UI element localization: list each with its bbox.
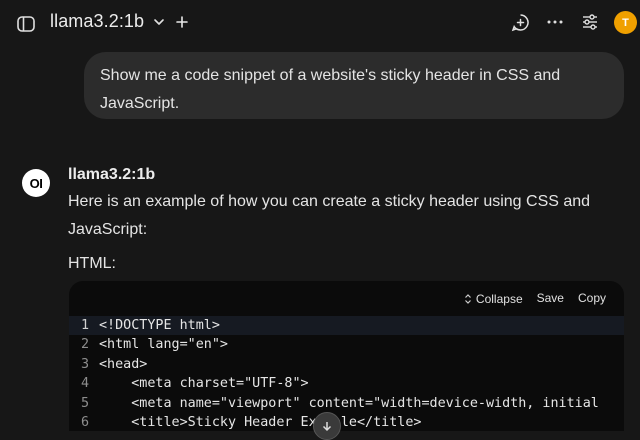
copy-button[interactable]: Copy — [578, 291, 606, 307]
save-button[interactable]: Save — [537, 291, 564, 307]
code-text: <!DOCTYPE html> — [99, 318, 220, 333]
code-line: 1 <!DOCTYPE html> — [69, 316, 624, 336]
collapse-button[interactable]: Collapse — [464, 291, 523, 307]
top-bar: llama3.2:1b T — [0, 0, 640, 46]
model-selector[interactable]: llama3.2:1b — [50, 11, 144, 32]
code-text: <meta name="viewport" content="width=dev… — [99, 395, 599, 411]
line-number: 5 — [80, 395, 89, 411]
assistant-logo: OI — [22, 169, 50, 197]
user-avatar[interactable]: T — [614, 11, 637, 34]
code-text: <html lang="en"> — [99, 337, 228, 353]
code-line: 5 <meta name="viewport" content="width=d… — [69, 394, 624, 413]
settings-sliders-icon[interactable] — [580, 12, 600, 32]
code-line: 4 <meta charset="UTF-8"> — [69, 374, 624, 393]
section-label: HTML: — [68, 255, 116, 272]
code-text: <meta charset="UTF-8"> — [99, 376, 309, 392]
line-number: 4 — [80, 376, 89, 392]
scroll-to-bottom-button[interactable] — [313, 412, 341, 440]
code-line: 2 <html lang="en"> — [69, 335, 624, 354]
more-options-icon[interactable] — [545, 12, 565, 32]
code-block: Collapse Save Copy 1 <!DOCTYPE html> 2 <… — [69, 281, 624, 431]
line-number: 6 — [80, 414, 89, 430]
add-model-icon[interactable] — [174, 10, 190, 34]
line-number: 1 — [80, 318, 89, 333]
new-chat-icon[interactable] — [510, 12, 530, 32]
code-editor[interactable]: 1 <!DOCTYPE html> 2 <html lang="en"> 3 <… — [69, 316, 624, 431]
user-message: Show me a code snippet of a website's st… — [84, 52, 624, 119]
code-line: 6 <title>Sticky Header Example</title> — [69, 413, 624, 431]
assistant-message: Here is an example of how you can create… — [68, 193, 591, 238]
assistant-name: llama3.2:1b — [68, 166, 156, 183]
line-number: 2 — [80, 337, 89, 353]
collapse-icon — [464, 294, 471, 304]
code-text: <head> — [99, 356, 148, 372]
chevron-down-icon[interactable] — [152, 15, 166, 29]
collapse-label: Collapse — [475, 292, 523, 306]
code-toolbar: Collapse Save Copy — [464, 291, 624, 307]
line-number: 3 — [80, 356, 89, 372]
code-line: 3 <head> — [69, 355, 624, 374]
code-text: <title>Sticky Header Example</title> — [99, 414, 422, 430]
sidebar-toggle-icon[interactable] — [14, 12, 38, 36]
arrow-down-icon — [322, 422, 332, 432]
